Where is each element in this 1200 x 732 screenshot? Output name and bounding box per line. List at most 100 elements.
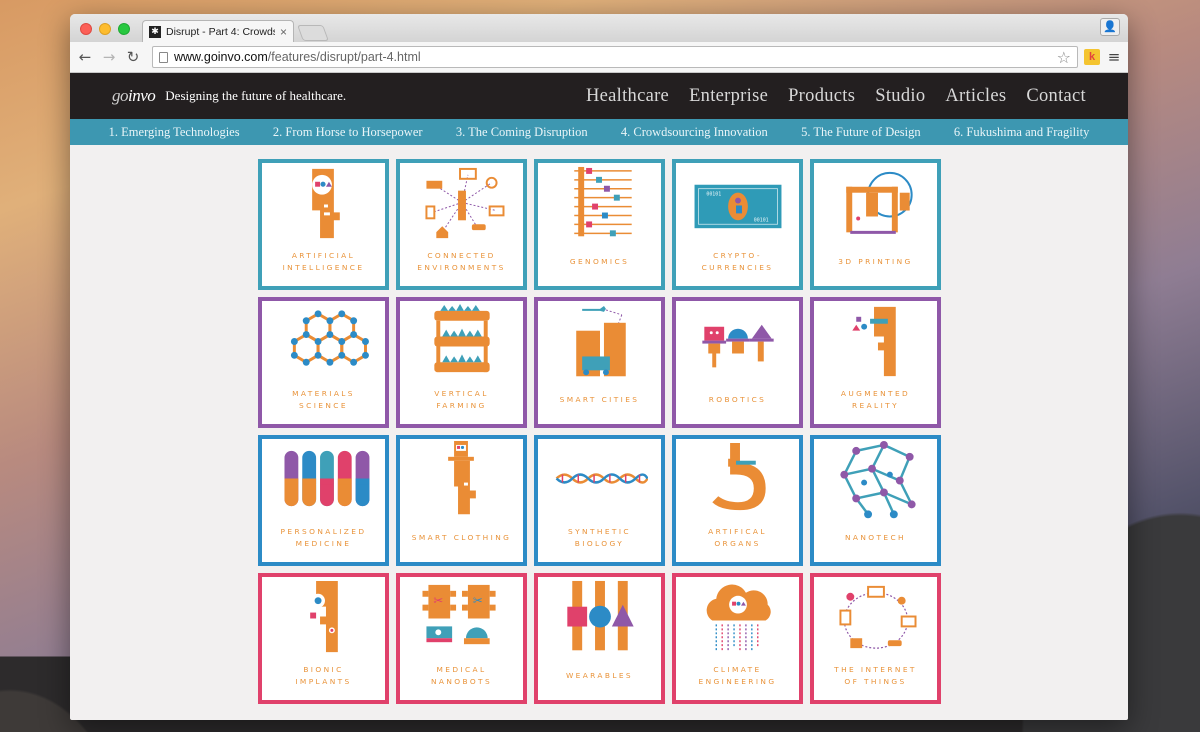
tile-label: Genomics — [569, 257, 630, 267]
tile-synthetic-biology[interactable]: Synthetic Biology — [534, 435, 665, 566]
disrupt-parts-nav: 1. Emerging Technologies 2. From Horse t… — [70, 119, 1128, 145]
tile-crypto-currencies[interactable]: 00101 00101 Crypto- Currencies — [672, 159, 803, 290]
tile-label: Vertical Farming — [434, 389, 489, 410]
menu-icon[interactable]: ≡ — [1106, 48, 1122, 66]
tile-label: Synthetic Biology — [568, 527, 631, 548]
tile-artificial-intelligence[interactable]: Artificial Intelligence — [258, 159, 389, 290]
svg-text:✂: ✂ — [472, 594, 482, 608]
close-window-button[interactable] — [80, 23, 92, 35]
tile-genomics[interactable]: Genomics — [534, 159, 665, 290]
tile-augmented-reality[interactable]: Augmented Reality — [810, 297, 941, 428]
bionic-head-icon — [309, 580, 338, 653]
stomach-icon — [711, 442, 766, 511]
printer-3d-icon — [845, 171, 913, 234]
genomics-icon — [573, 166, 632, 237]
pills-icon — [283, 450, 369, 507]
nav-healthcare[interactable]: Healthcare — [586, 86, 669, 107]
logo-part-go: go — [112, 86, 129, 105]
tile-smart-cities[interactable]: Smart Cities — [534, 297, 665, 428]
tile-label: Smart Cities — [559, 395, 640, 405]
zoom-window-button[interactable] — [118, 23, 130, 35]
tile-personalized-medicine[interactable]: Personalized Medicine — [258, 435, 389, 566]
tile-label: The Internet of Things — [834, 665, 917, 686]
hat-head-icon — [447, 440, 476, 515]
tile-vertical-farming[interactable]: Vertical Farming — [396, 297, 527, 428]
new-tab-button[interactable] — [297, 25, 329, 41]
tab-strip: ✱ Disrupt - Part 4: Crowdsou × 👤 — [70, 14, 1128, 42]
part-link-1[interactable]: 1. Emerging Technologies — [109, 125, 240, 140]
browser-window: ✱ Disrupt - Part 4: Crowdsou × 👤 ← → ↻ w… — [70, 14, 1128, 720]
url-text[interactable]: www.goinvo.com/features/disrupt/part-4.h… — [174, 50, 1051, 64]
reload-icon[interactable]: ↻ — [124, 48, 142, 66]
part-link-3[interactable]: 3. The Coming Disruption — [456, 125, 588, 140]
technology-grid: Artificial Intelligence — [258, 159, 941, 704]
part-link-2[interactable]: 2. From Horse to Horsepower — [273, 125, 423, 140]
goinvo-logo[interactable]: goinvo — [112, 86, 156, 106]
tile-bionic-implants[interactable]: Bionic Implants — [258, 573, 389, 704]
tile-label: Climate Engineering — [698, 665, 777, 686]
tile-label: 3D Printing — [838, 257, 913, 267]
tile-label: Artificial Intelligence — [282, 251, 365, 272]
svg-text:00101: 00101 — [753, 217, 768, 223]
tile-climate-engineering[interactable]: Climate Engineering — [672, 573, 803, 704]
robots-icon — [701, 324, 774, 368]
nav-studio[interactable]: Studio — [875, 86, 925, 107]
minimize-window-button[interactable] — [99, 23, 111, 35]
logo-part-invo: invo — [128, 86, 156, 105]
ai-head-icon — [311, 168, 340, 239]
tile-label: Connected Environments — [417, 251, 506, 272]
url-path: /features/disrupt/part-4.html — [267, 50, 421, 64]
tile-artifical-organs[interactable]: Artifical Organs — [672, 435, 803, 566]
iot-icon — [838, 585, 916, 649]
tile-materials-science[interactable]: Materials Science — [258, 297, 389, 428]
part-link-5[interactable]: 5. The Future of Design — [801, 125, 921, 140]
vertical-farm-icon — [433, 303, 490, 373]
tile-label: Crypto- Currencies — [701, 251, 774, 272]
tab-close-icon[interactable]: × — [280, 25, 287, 39]
nav-contact[interactable]: Contact — [1026, 86, 1086, 107]
main-nav: Healthcare Enterprise Products Studio Ar… — [586, 86, 1086, 107]
address-bar[interactable]: www.goinvo.com/features/disrupt/part-4.h… — [152, 46, 1078, 68]
nav-products[interactable]: Products — [788, 86, 855, 107]
svg-text:✂: ✂ — [433, 594, 443, 608]
tile-nanotech[interactable]: Nanotech — [810, 435, 941, 566]
tile-wearables[interactable]: Wearables — [534, 573, 665, 704]
favicon-icon: ✱ — [149, 25, 161, 38]
tile-label: Smart Clothing — [411, 533, 512, 543]
ar-head-icon — [851, 306, 896, 377]
site-tagline: Designing the future of healthcare. — [165, 88, 347, 103]
site-header: goinvo Designing the future of healthcar… — [70, 73, 1128, 119]
tile-label: Robotics — [708, 395, 767, 405]
tile-3d-printing[interactable]: 3D Printing — [810, 159, 941, 290]
tile-internet-of-things[interactable]: The Internet of Things — [810, 573, 941, 704]
browser-tab[interactable]: ✱ Disrupt - Part 4: Crowdsou × — [142, 20, 294, 42]
svg-text:00101: 00101 — [706, 192, 721, 198]
part-link-4[interactable]: 4. Crowdsourcing Innovation — [621, 125, 768, 140]
smart-city-icon — [575, 305, 626, 377]
extension-icon[interactable]: k — [1084, 49, 1100, 65]
connected-icon — [424, 167, 504, 239]
cloud-icon — [706, 584, 771, 653]
nanobots-icon: ✂ ✂ — [421, 584, 496, 645]
tile-label: Artifical Organs — [708, 527, 767, 548]
nav-articles[interactable]: Articles — [945, 86, 1006, 107]
tab-title: Disrupt - Part 4: Crowdsou — [166, 25, 275, 38]
back-arrow-icon[interactable]: ← — [76, 48, 94, 66]
page-icon — [159, 51, 168, 63]
tile-robotics[interactable]: Robotics — [672, 297, 803, 428]
window-controls — [80, 23, 130, 35]
tile-label: Wearables — [565, 671, 634, 681]
tile-label: Nanotech — [844, 533, 907, 543]
tile-smart-clothing[interactable]: Smart Clothing — [396, 435, 527, 566]
tile-label: Medical Nanobots — [430, 665, 493, 686]
url-host: www.goinvo.com — [174, 50, 268, 64]
nav-enterprise[interactable]: Enterprise — [689, 86, 768, 107]
tile-connected-environments[interactable]: Connected Environments — [396, 159, 527, 290]
forward-arrow-icon[interactable]: → — [100, 48, 118, 66]
bookmark-star-icon[interactable]: ☆ — [1057, 48, 1071, 67]
tile-label: Personalized Medicine — [280, 527, 367, 548]
part-link-6[interactable]: 6. Fukushima and Fragility — [954, 125, 1089, 140]
profile-icon[interactable]: 👤 — [1100, 18, 1120, 36]
molecule-icon — [839, 440, 916, 519]
tile-medical-nanobots[interactable]: ✂ ✂ Medical Nanobots — [396, 573, 527, 704]
